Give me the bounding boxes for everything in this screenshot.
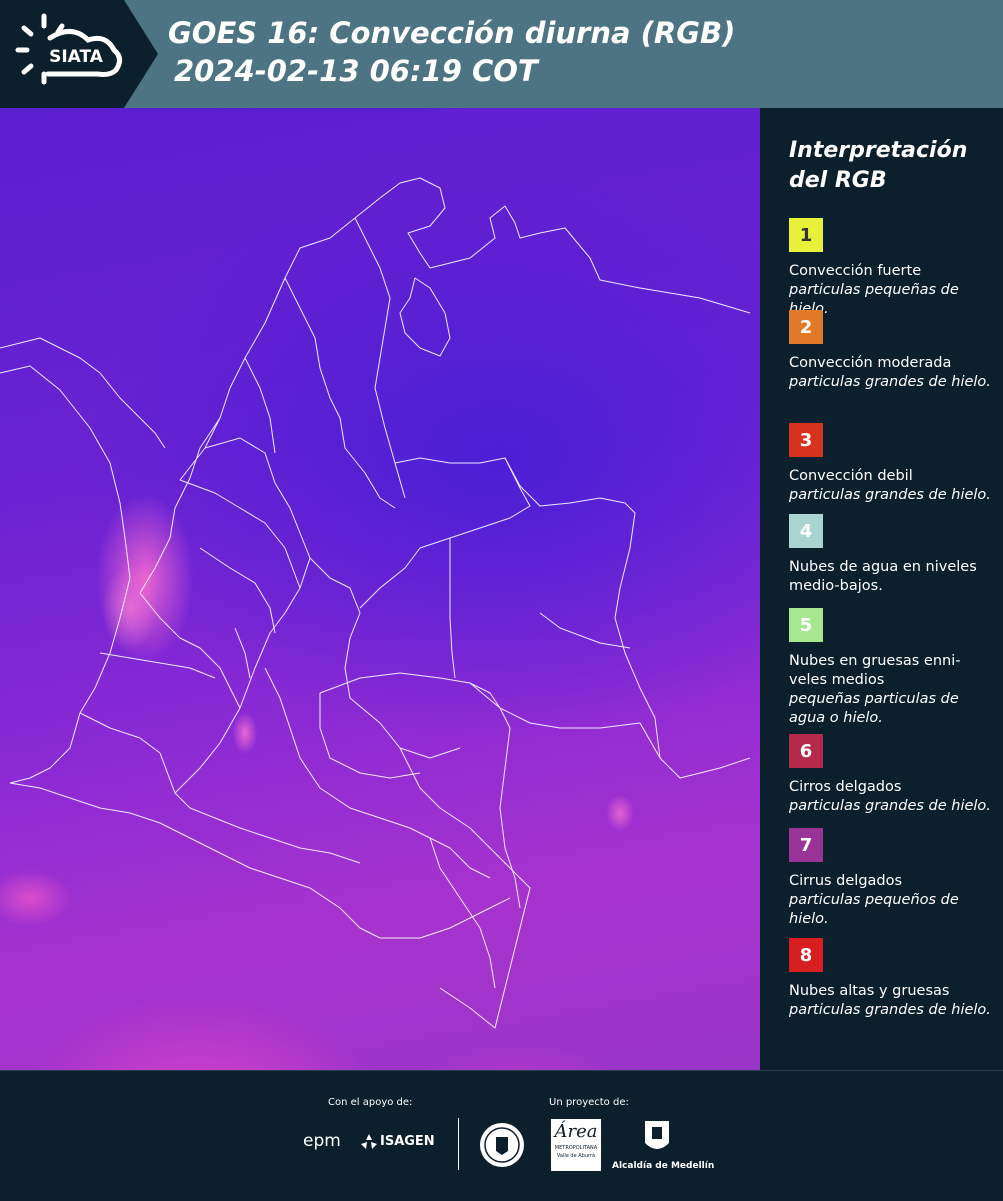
dept-boundary xyxy=(319,672,511,729)
logo-container: SIATA xyxy=(0,0,158,108)
svg-text:SIATA: SIATA xyxy=(49,47,104,67)
dept-boundary xyxy=(499,727,521,909)
medellin-shield-icon xyxy=(645,1121,669,1149)
legend-label: Convección fuerte xyxy=(789,263,922,279)
legend-swatch: 6 xyxy=(789,734,823,768)
dept-boundary xyxy=(469,682,751,779)
dept-boundary xyxy=(79,712,361,864)
pacific-coast xyxy=(0,365,131,784)
legend-sub: particulas grandes de hielo. xyxy=(789,798,991,814)
legend-swatch: 4 xyxy=(789,514,823,548)
legend-swatch: 5 xyxy=(789,608,823,642)
legend-item-1: 1 Convección fuerte particulas pequeñas d… xyxy=(789,218,994,319)
legend-item-5: 5 Nubes en gruesas enni-veles medios pequ… xyxy=(789,608,994,728)
dept-boundary xyxy=(139,592,241,709)
legend-swatch: 7 xyxy=(789,828,823,862)
caribbean-coast xyxy=(179,177,751,481)
legend-label: Nubes altas y gruesas xyxy=(789,983,950,999)
legend-swatch: 2 xyxy=(789,310,823,344)
dept-boundary xyxy=(284,277,396,509)
seal-logo xyxy=(480,1123,524,1167)
project-label: Un proyecto de: xyxy=(549,1097,629,1108)
legend-label: Nubes en gruesas enni-veles medios xyxy=(789,653,961,688)
legend-panel: Interpretación del RGB 1 Convección fuer… xyxy=(760,108,1003,1070)
dept-boundary xyxy=(159,822,511,939)
legend-swatch: 1 xyxy=(789,218,823,252)
legend-item-7: 7 Cirrus delgados particulas pequeños de … xyxy=(789,828,994,929)
legend-label: Convección debil xyxy=(789,468,913,484)
footer: Con el apoyo de: Un proyecto de: epm ISA… xyxy=(0,1070,1003,1201)
title-product: GOES 16: Convección diurna (RGB) xyxy=(168,16,736,50)
legend-title: Interpretación del RGB xyxy=(789,138,968,193)
isagen-logo: ISAGEN xyxy=(380,1134,435,1149)
legend-item-3: 3 Convección debil particulas grandes de … xyxy=(789,423,994,505)
dept-boundary xyxy=(264,667,491,879)
legend-label: Nubes de agua en niveles medio-bajos. xyxy=(789,559,977,594)
header-bar: SIATA GOES 16: Convección diurna (RGB) 2… xyxy=(0,0,1003,108)
legend-sub: particulas pequeños de hielo. xyxy=(789,892,959,927)
legend-item-6: 6 Cirros delgados particulas grandes de h… xyxy=(789,734,994,816)
dept-boundary xyxy=(309,557,461,759)
dept-boundary xyxy=(199,547,276,634)
footer-divider xyxy=(458,1118,459,1170)
dept-boundary xyxy=(354,217,406,499)
dept-boundary xyxy=(234,627,251,679)
medellin-label: Alcaldía de Medellín xyxy=(612,1161,715,1171)
legend-item-8: 8 Nubes altas y gruesas particulas grande… xyxy=(789,938,994,1020)
page-title: GOES 16: Convección diurna (RGB) 2024-02… xyxy=(168,14,735,90)
legend-label: Cirrus delgados xyxy=(789,873,903,889)
legend-item-4: 4 Nubes de agua en niveles medio-bajos. xyxy=(789,514,994,596)
legend-label: Convección moderada xyxy=(789,355,952,371)
dept-boundary xyxy=(244,357,276,454)
legend-sub: pequeñas particulas de agua o hielo. xyxy=(789,691,959,726)
support-label: Con el apoyo de: xyxy=(328,1097,413,1108)
dept-boundary xyxy=(319,693,421,779)
dept-boundary xyxy=(539,612,631,649)
dept-boundary xyxy=(359,457,531,609)
title-datetime: 2024-02-13 06:19 COT xyxy=(174,54,538,88)
legend-sub: particulas grandes de hielo. xyxy=(789,487,991,503)
legend-swatch: 3 xyxy=(789,423,823,457)
dept-boundary xyxy=(179,479,301,589)
legend-item-2: 2 Convección moderada particulas grandes … xyxy=(789,310,994,392)
panama-isthmus xyxy=(0,337,166,449)
dept-boundary xyxy=(9,782,161,824)
satellite-map xyxy=(0,108,760,1070)
dept-boundary xyxy=(449,538,456,679)
dept-boundary xyxy=(139,417,221,594)
boundaries-overlay xyxy=(0,177,751,1029)
area-metropolitana-logo: Área METROPOLITANA Valle de Aburrá xyxy=(551,1119,601,1171)
isagen-icon xyxy=(361,1134,377,1149)
dept-boundary xyxy=(174,437,311,794)
lake-maracaibo xyxy=(399,277,451,357)
epm-logo: epm xyxy=(303,1131,341,1151)
siata-logo: SIATA xyxy=(15,13,122,85)
legend-swatch: 8 xyxy=(789,938,823,972)
dept-boundary xyxy=(99,652,216,679)
legend-sub: particulas grandes de hielo. xyxy=(789,1002,991,1018)
dept-boundary xyxy=(399,747,531,1029)
legend-label: Cirros delgados xyxy=(789,779,902,795)
legend-sub: particulas grandes de hielo. xyxy=(789,374,991,390)
